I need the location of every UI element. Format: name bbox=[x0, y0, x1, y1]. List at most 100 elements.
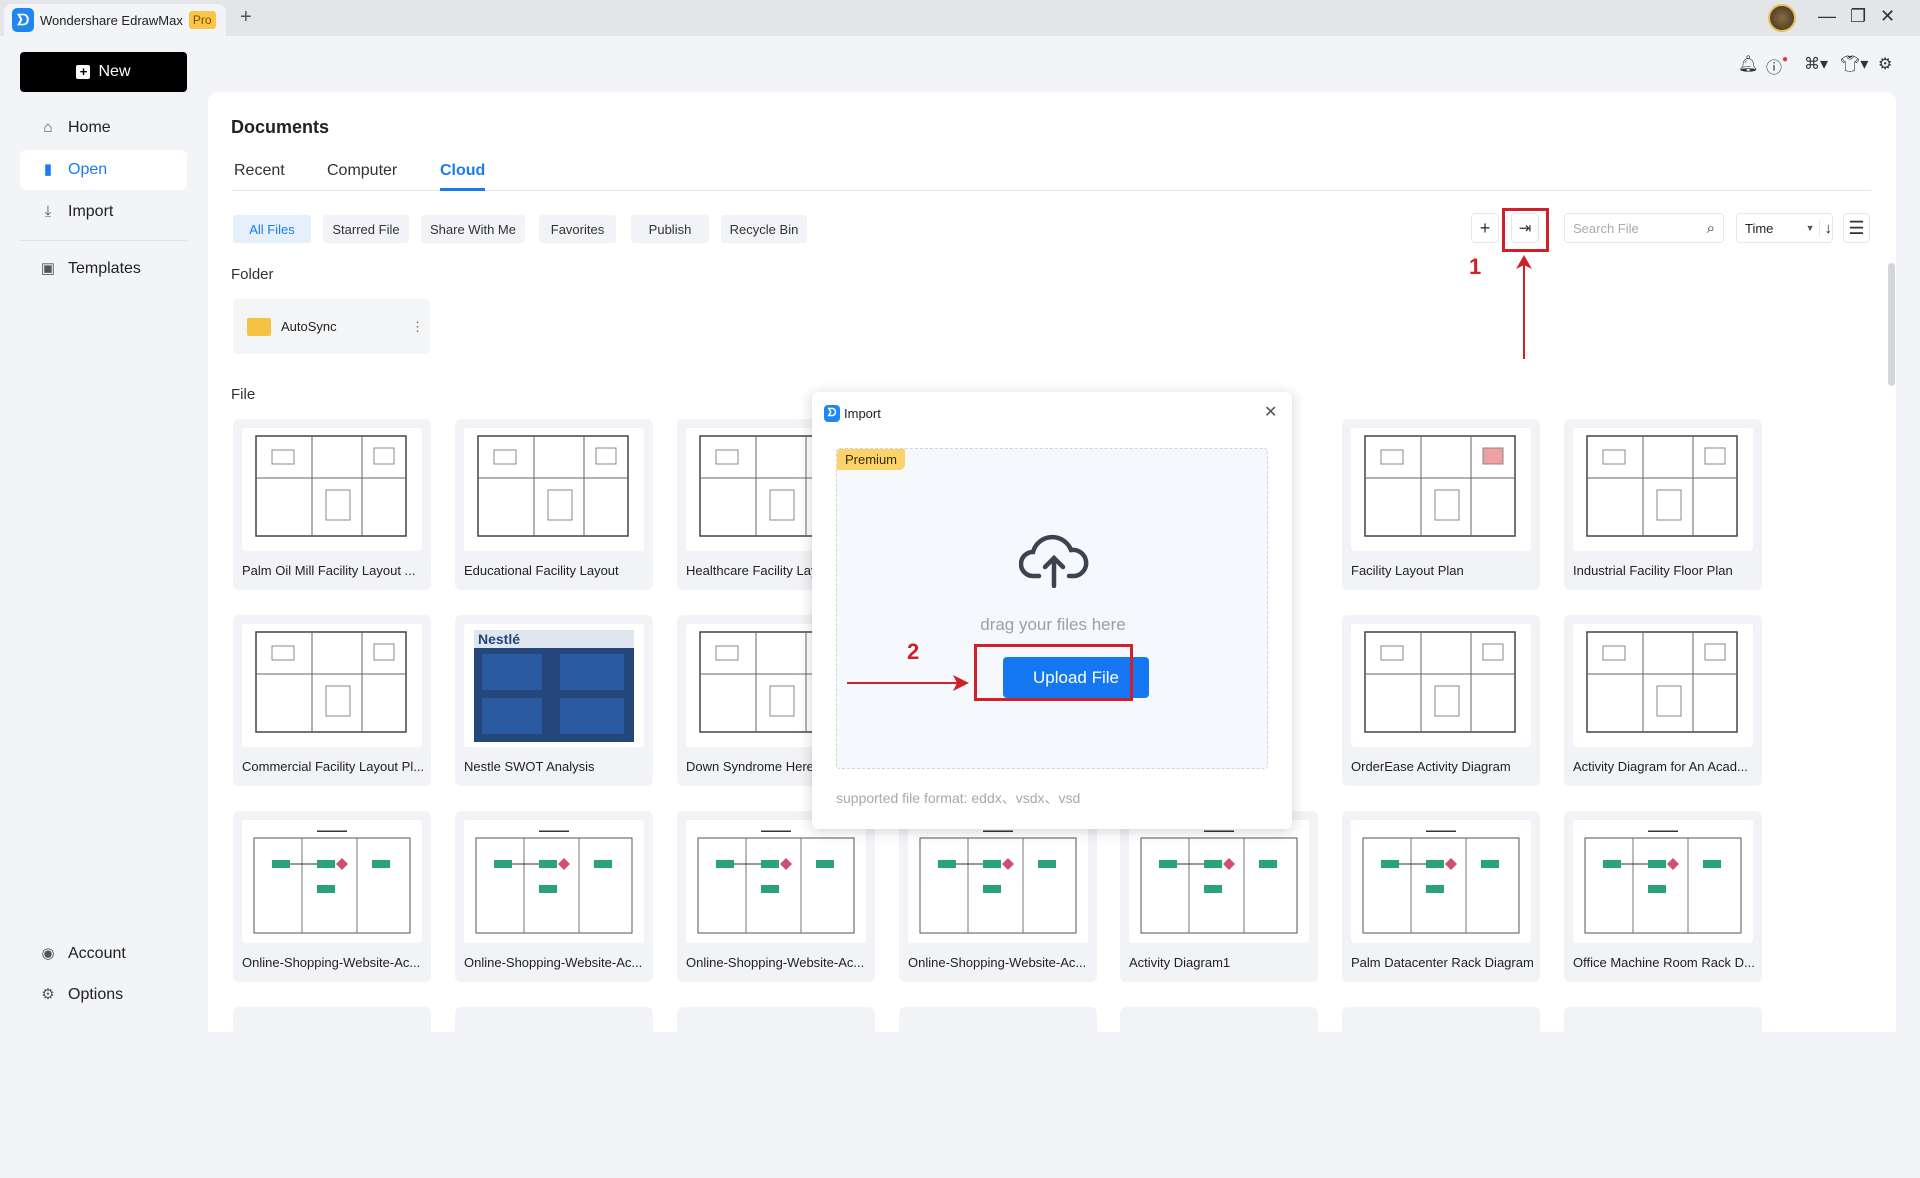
add-button[interactable]: + bbox=[1471, 213, 1499, 243]
svg-text:▬▬▬▬▬▬: ▬▬▬▬▬▬ bbox=[539, 828, 569, 834]
svg-text:▬▬▬▬▬▬: ▬▬▬▬▬▬ bbox=[1648, 828, 1678, 834]
close-button[interactable]: ✕ bbox=[1880, 6, 1895, 27]
file-card[interactable] bbox=[1342, 1007, 1540, 1178]
minimize-button[interactable]: — bbox=[1818, 6, 1836, 27]
file-thumbnail bbox=[1351, 624, 1531, 747]
file-card[interactable] bbox=[899, 1007, 1097, 1178]
file-card[interactable]: Facility Layout Plan bbox=[1342, 419, 1540, 590]
folder-autosync[interactable]: AutoSync ⋮ bbox=[233, 299, 430, 354]
file-thumbnail: ▬▬▬▬▬▬ bbox=[686, 820, 866, 943]
annotation-step-1: 1 bbox=[1469, 254, 1482, 279]
svg-text:▬▬▬▬▬▬: ▬▬▬▬▬▬ bbox=[1426, 828, 1456, 834]
file-card[interactable]: Activity Diagram for An Acad... bbox=[1564, 615, 1762, 786]
file-name: Nestle SWOT Analysis bbox=[464, 759, 595, 774]
sidebar-item-templates[interactable]: ▣ Templates bbox=[20, 249, 187, 289]
home-icon: ⌂ bbox=[43, 119, 53, 136]
file-name: Activity Diagram1 bbox=[1129, 955, 1231, 970]
file-section-label: File bbox=[231, 386, 256, 403]
edrawmax-logo-icon: ᗤ bbox=[12, 8, 34, 32]
gear-icon: ⚙ bbox=[41, 986, 55, 1003]
sort-dropdown[interactable]: Time ▼ ↓ bbox=[1736, 213, 1833, 243]
app-tab[interactable]: ᗤ Wondershare EdrawMax Pro bbox=[4, 4, 226, 36]
avatar[interactable] bbox=[1768, 4, 1796, 32]
annotation-arrow-up bbox=[1516, 255, 1532, 359]
filter-all-files[interactable]: All Files bbox=[233, 215, 311, 243]
file-card[interactable] bbox=[1564, 1007, 1762, 1178]
file-card[interactable]: ▬▬▬▬▬▬ Palm Datacenter Rack Diagram bbox=[1342, 811, 1540, 982]
sidebar-item-account[interactable]: ◉ Account bbox=[20, 934, 187, 974]
drag-text: drag your files here bbox=[980, 615, 1126, 634]
filter-share-with-me[interactable]: Share With Me bbox=[421, 215, 525, 243]
tab-recent[interactable]: Recent bbox=[234, 162, 285, 180]
cloud-upload-icon bbox=[1019, 534, 1089, 588]
close-icon[interactable]: ✕ bbox=[1264, 402, 1277, 422]
new-button[interactable]: + New bbox=[20, 52, 187, 92]
file-card[interactable]: ▬▬▬▬▬▬ Activity Diagram1 bbox=[1120, 811, 1318, 982]
search-icon[interactable]: ⌕ bbox=[1707, 220, 1715, 237]
file-card[interactable]: Commercial Facility Layout Pl... bbox=[233, 615, 431, 786]
file-card[interactable] bbox=[233, 1007, 431, 1178]
file-thumbnail: ▬▬▬▬▬▬ bbox=[1129, 820, 1309, 943]
active-tab-indicator bbox=[440, 188, 485, 191]
file-card[interactable]: Nestlé Nestle SWOT Analysis bbox=[455, 615, 653, 786]
scrollbar[interactable] bbox=[1888, 263, 1895, 386]
file-card[interactable]: OrderEase Activity Diagram bbox=[1342, 615, 1540, 786]
app-title: Wondershare EdrawMax bbox=[40, 12, 183, 28]
file-name: OrderEase Activity Diagram bbox=[1351, 759, 1511, 774]
sidebar-item-options[interactable]: ⚙ Options bbox=[20, 975, 187, 1015]
file-card[interactable]: ▬▬▬▬▬▬ Online-Shopping-Website-Ac... bbox=[899, 811, 1097, 982]
new-label: New bbox=[98, 63, 131, 80]
file-card[interactable]: ▬▬▬▬▬▬ Office Machine Room Rack D... bbox=[1564, 811, 1762, 982]
drop-zone[interactable]: Premium drag your files here Upload File… bbox=[836, 448, 1268, 769]
view-menu-button[interactable]: ☰ bbox=[1843, 213, 1870, 243]
import-dialog: ᗤ Import ✕ Premium drag your files here … bbox=[812, 392, 1292, 829]
annotation-box-1 bbox=[1502, 208, 1549, 252]
apps-icon[interactable]: ⌘▾ bbox=[1804, 54, 1828, 74]
sort-direction-icon[interactable]: ↓ bbox=[1818, 219, 1832, 237]
file-card[interactable]: Palm Oil Mill Facility Layout ... bbox=[233, 419, 431, 590]
file-thumbnail bbox=[242, 624, 422, 747]
filter-publish[interactable]: Publish bbox=[631, 215, 709, 243]
restore-button[interactable]: ❐ bbox=[1850, 6, 1866, 27]
more-icon[interactable]: ⋮ bbox=[411, 319, 424, 335]
filter-recycle-bin[interactable]: Recycle Bin bbox=[721, 215, 807, 243]
file-name: Palm Oil Mill Facility Layout ... bbox=[242, 563, 416, 578]
sidebar-divider bbox=[20, 240, 187, 241]
tab-cloud[interactable]: Cloud bbox=[440, 162, 485, 180]
filter-favorites[interactable]: Favorites bbox=[539, 215, 616, 243]
file-thumbnail: ▬▬▬▬▬▬ bbox=[1351, 820, 1531, 943]
file-card[interactable]: Industrial Facility Floor Plan bbox=[1564, 419, 1762, 590]
file-card[interactable] bbox=[1120, 1007, 1318, 1178]
file-card[interactable]: ▬▬▬▬▬▬ Online-Shopping-Website-Ac... bbox=[677, 811, 875, 982]
new-tab-button[interactable]: + bbox=[240, 6, 252, 29]
filter-starred-file[interactable]: Starred File bbox=[323, 215, 409, 243]
sidebar-item-open[interactable]: ▮ Open bbox=[20, 150, 187, 190]
pro-badge: Pro bbox=[188, 11, 216, 29]
file-thumbnail bbox=[1573, 624, 1753, 747]
file-name: Commercial Facility Layout Pl... bbox=[242, 759, 424, 774]
help-icon[interactable]: ⓘ● bbox=[1766, 54, 1788, 78]
file-thumbnail bbox=[1351, 428, 1531, 551]
folder-icon bbox=[247, 317, 271, 336]
shirt-icon[interactable]: 👕︎▾ bbox=[1840, 54, 1868, 74]
sidebar-item-home[interactable]: ⌂ Home bbox=[20, 108, 187, 148]
search-input[interactable]: Search File ⌕ bbox=[1564, 213, 1724, 243]
tab-computer[interactable]: Computer bbox=[327, 162, 397, 180]
file-card[interactable] bbox=[677, 1007, 875, 1178]
file-card[interactable]: Educational Facility Layout bbox=[455, 419, 653, 590]
bell-icon[interactable]: 🔔︎ bbox=[1738, 54, 1758, 74]
file-name: Online-Shopping-Website-Ac... bbox=[686, 955, 865, 970]
file-card[interactable]: ▬▬▬▬▬▬ Online-Shopping-Website-Ac... bbox=[455, 811, 653, 982]
sidebar-item-label: Templates bbox=[68, 260, 141, 277]
file-card[interactable] bbox=[455, 1007, 653, 1178]
svg-text:▬▬▬▬▬▬: ▬▬▬▬▬▬ bbox=[761, 828, 791, 834]
list-icon: ☰ bbox=[1848, 217, 1865, 238]
plus-icon: + bbox=[76, 65, 91, 79]
file-card[interactable]: ▬▬▬▬▬▬ Online-Shopping-Website-Ac... bbox=[233, 811, 431, 982]
file-thumbnail: ▬▬▬▬▬▬ bbox=[908, 820, 1088, 943]
sidebar-item-import[interactable]: ⤓ Import bbox=[20, 192, 187, 232]
annotation-step-2: 2 bbox=[907, 639, 920, 664]
settings-icon[interactable]: ⚙ bbox=[1878, 54, 1892, 74]
title-bar bbox=[0, 0, 1920, 36]
file-thumbnail: ▬▬▬▬▬▬ bbox=[464, 820, 644, 943]
